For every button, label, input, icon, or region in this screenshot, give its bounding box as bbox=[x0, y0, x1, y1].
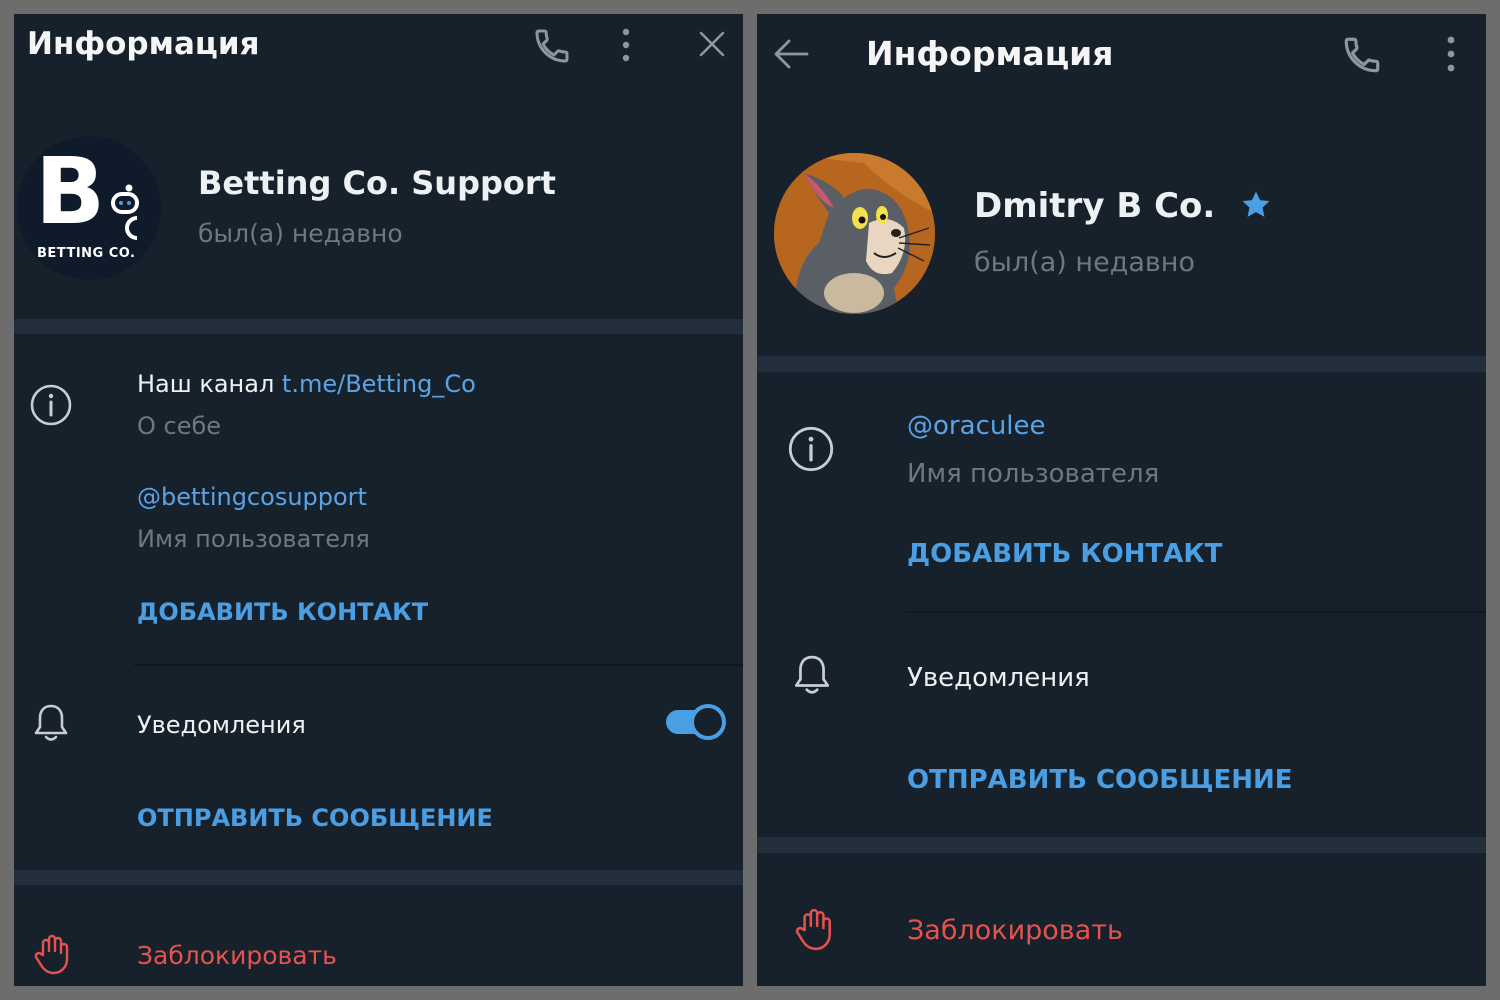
right-profile-panel: Информация Dmitry B Co. был(а) недавно @… bbox=[757, 14, 1486, 986]
send-message-button[interactable]: ОТПРАВИТЬ СООБЩЕНИЕ bbox=[907, 765, 1293, 795]
avatar-logo-letter: B bbox=[35, 138, 106, 245]
notifications-toggle[interactable] bbox=[666, 704, 726, 740]
cat-avatar-icon bbox=[774, 153, 935, 314]
section-separator bbox=[14, 319, 743, 334]
avatar[interactable]: B BETTING CO. bbox=[17, 136, 161, 280]
add-contact-button[interactable]: ДОБАВИТЬ КОНТАКТ bbox=[137, 598, 428, 626]
phone-icon[interactable] bbox=[532, 26, 572, 66]
profile-name: Betting Co. Support bbox=[198, 164, 556, 202]
section-separator bbox=[757, 837, 1486, 853]
phone-icon[interactable] bbox=[1341, 34, 1383, 76]
profile-status: был(а) недавно bbox=[198, 219, 403, 248]
info-icon bbox=[787, 425, 835, 473]
username-label: Имя пользователя bbox=[907, 459, 1160, 489]
block-button[interactable]: Заблокировать bbox=[907, 915, 1123, 946]
bio-prefix: Наш канал bbox=[137, 370, 282, 398]
notifications-label: Уведомления bbox=[137, 711, 306, 739]
hand-block-icon bbox=[795, 907, 833, 951]
profile-status: был(а) недавно bbox=[974, 247, 1195, 278]
avatar[interactable] bbox=[774, 153, 935, 314]
notifications-label: Уведомления bbox=[907, 663, 1090, 693]
avatar-logo-co bbox=[107, 180, 141, 244]
info-icon bbox=[29, 383, 73, 427]
username-label: Имя пользователя bbox=[137, 525, 370, 553]
section-separator bbox=[14, 870, 743, 885]
more-vertical-icon[interactable] bbox=[618, 26, 634, 64]
section-separator bbox=[757, 356, 1486, 372]
username-value[interactable]: @bettingcosupport bbox=[137, 483, 367, 511]
divider bbox=[134, 664, 743, 666]
bell-icon bbox=[791, 652, 833, 698]
avatar-logo-text: BETTING CO. bbox=[37, 246, 136, 261]
toggle-knob bbox=[690, 704, 726, 740]
block-button[interactable]: Заблокировать bbox=[137, 941, 337, 970]
header-title: Информация bbox=[866, 34, 1114, 73]
bio-label: О себе bbox=[137, 412, 222, 440]
star-icon bbox=[1239, 188, 1273, 228]
divider bbox=[905, 611, 1486, 613]
header-title: Информация bbox=[27, 26, 260, 62]
send-message-button[interactable]: ОТПРАВИТЬ СООБЩЕНИЕ bbox=[137, 804, 493, 832]
profile-name-text: Dmitry B Co. bbox=[974, 186, 1216, 226]
close-icon[interactable] bbox=[697, 29, 727, 59]
more-vertical-icon[interactable] bbox=[1443, 34, 1459, 74]
bio-channel-link[interactable]: t.me/Betting_Co bbox=[282, 370, 476, 398]
left-profile-panel: Информация B BETTING CO. Betting Co. Sup… bbox=[14, 14, 743, 986]
bell-icon bbox=[31, 702, 71, 744]
username-value[interactable]: @oraculee bbox=[907, 411, 1046, 441]
bio-text: Наш канал t.me/Betting_Co bbox=[137, 370, 476, 398]
profile-name: Dmitry B Co. bbox=[974, 186, 1273, 226]
add-contact-button[interactable]: ДОБАВИТЬ КОНТАКТ bbox=[907, 539, 1222, 569]
hand-block-icon bbox=[34, 933, 70, 975]
back-arrow-icon[interactable] bbox=[771, 34, 811, 74]
